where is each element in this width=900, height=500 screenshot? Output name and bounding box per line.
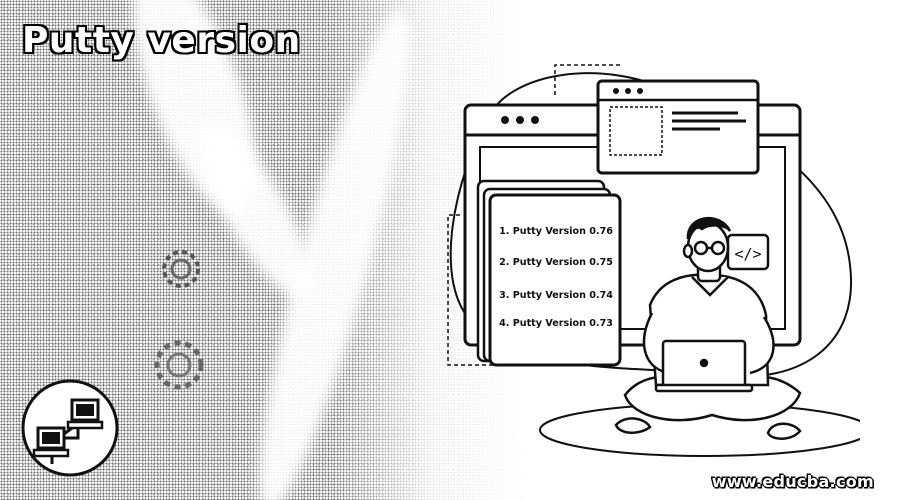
svg-text:</>: </>	[734, 245, 761, 263]
code-tag-icon: </>	[726, 233, 770, 271]
gear-icon	[154, 340, 204, 390]
list-item: 3. Putty Version 0.74	[499, 290, 613, 301]
version-list: 1. Putty Version 0.76 2. Putty Version 0…	[492, 198, 620, 360]
list-item: 1. Putty Version 0.76	[499, 226, 613, 237]
list-item: 4. Putty Version 0.73	[499, 318, 613, 329]
list-item: 2. Putty Version 0.75	[499, 257, 613, 268]
website-link[interactable]: www.educba.com	[712, 472, 874, 491]
small-window-icon	[596, 79, 760, 175]
illustration: </>	[447, 64, 860, 457]
network-computers-icon	[21, 379, 119, 477]
gear-icon	[162, 250, 200, 288]
banner-canvas: Putty version </> 1. Putty Version 0.76 …	[0, 0, 900, 500]
page-title: Putty version	[22, 20, 301, 61]
